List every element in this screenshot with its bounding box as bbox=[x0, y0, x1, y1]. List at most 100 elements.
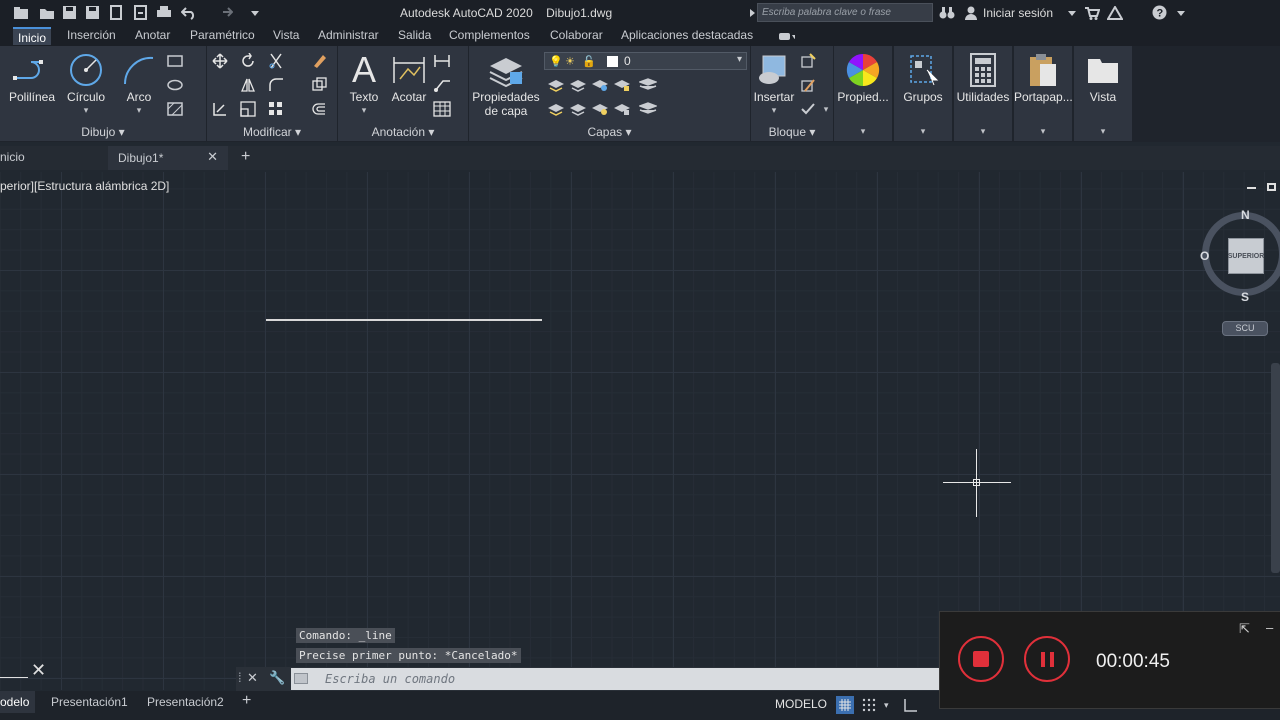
propiedades-capa-button[interactable]: Propiedades de capa bbox=[471, 50, 541, 118]
stretch-icon[interactable] bbox=[211, 100, 229, 118]
status-model-space[interactable]: MODELO bbox=[775, 697, 827, 711]
a360-icon[interactable] bbox=[1106, 4, 1123, 21]
explode-icon[interactable] bbox=[310, 76, 328, 94]
save-icon[interactable] bbox=[61, 4, 78, 21]
acotar-button[interactable]: Acotar bbox=[388, 50, 430, 104]
tab-parametrico[interactable]: Paramétrico bbox=[190, 28, 255, 42]
fillet-icon[interactable] bbox=[267, 76, 285, 94]
signin-button[interactable]: Iniciar sesión bbox=[983, 6, 1053, 20]
mirror-icon[interactable] bbox=[239, 76, 257, 94]
ucs-menu-button[interactable]: SCU bbox=[1222, 321, 1268, 336]
navigation-bar[interactable] bbox=[1271, 363, 1280, 573]
user-icon[interactable] bbox=[962, 4, 979, 21]
viewport-restore-icon[interactable] bbox=[1267, 183, 1276, 191]
panel-propiedades[interactable]: Propied... ▾ bbox=[834, 46, 892, 141]
binoculars-icon[interactable] bbox=[938, 4, 955, 21]
rotate-icon[interactable] bbox=[239, 52, 257, 70]
help-icon[interactable]: ? bbox=[1151, 4, 1168, 21]
panel-modificar-title[interactable]: Modificar ▾ bbox=[207, 125, 337, 139]
polilinea-button[interactable]: Polilínea bbox=[6, 50, 58, 104]
compass-south[interactable]: S bbox=[1241, 290, 1249, 304]
move-icon[interactable] bbox=[211, 52, 229, 70]
close-tab-icon[interactable]: ✕ bbox=[207, 149, 218, 165]
vista-button[interactable]: Vista bbox=[1074, 50, 1132, 104]
table-icon[interactable] bbox=[433, 100, 451, 118]
ellipse-icon[interactable] bbox=[166, 76, 184, 94]
layer-tool-8-icon[interactable] bbox=[591, 100, 609, 118]
leader-icon[interactable] bbox=[433, 76, 451, 94]
propiedades-button[interactable]: Propied... bbox=[834, 50, 892, 104]
linear-dim-icon[interactable] bbox=[433, 52, 451, 70]
layer-tool-7-icon[interactable] bbox=[569, 100, 587, 118]
scale-icon[interactable] bbox=[239, 100, 257, 118]
utilidades-dropdown-icon[interactable]: ▾ bbox=[954, 126, 1012, 137]
new-layout-icon[interactable]: + bbox=[242, 692, 251, 710]
new-tab-icon[interactable]: + bbox=[241, 148, 250, 166]
panel-portapapeles[interactable]: Portapap... ▾ bbox=[1014, 46, 1073, 141]
file-tab-dibujo1[interactable]: Dibujo1* ✕ bbox=[108, 146, 228, 170]
circulo-button[interactable]: Círculo ▾ bbox=[62, 50, 110, 115]
tab-anotar[interactable]: Anotar bbox=[135, 28, 170, 42]
arco-dropdown-icon[interactable]: ▾ bbox=[118, 105, 160, 116]
snap-toggle-icon[interactable] bbox=[862, 698, 876, 717]
utilidades-button[interactable]: Utilidades bbox=[954, 50, 1012, 104]
erase-icon[interactable] bbox=[310, 52, 328, 70]
tab-colaborar[interactable]: Colaborar bbox=[550, 28, 603, 42]
redo-icon[interactable] bbox=[216, 4, 233, 21]
tab-complementos[interactable]: Complementos bbox=[449, 28, 530, 42]
save-as-icon[interactable] bbox=[84, 4, 101, 21]
block-attributes-icon[interactable] bbox=[799, 100, 817, 118]
plot-icon[interactable] bbox=[155, 4, 172, 21]
recorder-minimize-icon[interactable]: – bbox=[1266, 620, 1273, 635]
propiedades-dropdown-icon[interactable]: ▾ bbox=[834, 126, 892, 137]
signin-dropdown-icon[interactable] bbox=[1063, 4, 1080, 21]
hatch-icon[interactable] bbox=[166, 100, 184, 118]
viewport-minimize-icon[interactable] bbox=[1247, 187, 1256, 189]
command-input[interactable]: Escriba un comando bbox=[291, 668, 951, 690]
rectangle-icon[interactable] bbox=[166, 52, 184, 70]
panel-capas-title[interactable]: Capas ▾ bbox=[469, 125, 750, 139]
command-close-icon[interactable]: ✕ bbox=[247, 670, 258, 686]
portapapeles-button[interactable]: Portapap... bbox=[1014, 50, 1073, 104]
circulo-dropdown-icon[interactable]: ▾ bbox=[62, 105, 110, 116]
tab-vista[interactable]: Vista bbox=[273, 28, 299, 42]
search-input[interactable]: Escriba palabra clave o frase bbox=[757, 3, 933, 22]
layout-tab-presentacion2[interactable]: Presentación2 bbox=[147, 695, 224, 709]
help-dropdown-icon[interactable] bbox=[1172, 4, 1189, 21]
offset-icon[interactable] bbox=[310, 100, 328, 118]
tab-insercion[interactable]: Inserción bbox=[67, 28, 116, 42]
grupos-dropdown-icon[interactable]: ▾ bbox=[894, 126, 952, 137]
layer-tool-1-icon[interactable] bbox=[547, 76, 565, 94]
ortho-toggle-icon[interactable] bbox=[903, 697, 919, 718]
save-web-icon[interactable] bbox=[132, 4, 149, 21]
command-recent-icon[interactable] bbox=[294, 673, 308, 684]
layer-tool-2-icon[interactable] bbox=[569, 76, 587, 94]
portapapeles-dropdown-icon[interactable]: ▾ bbox=[1014, 126, 1072, 137]
panel-grupos[interactable]: Grupos ▾ bbox=[894, 46, 952, 141]
recorder-stop-button[interactable] bbox=[958, 636, 1004, 682]
panel-vista[interactable]: Vista ▾ bbox=[1074, 46, 1132, 141]
command-grip-icon[interactable]: ⁞ bbox=[238, 670, 242, 685]
panel-anotacion-title[interactable]: Anotación ▾ bbox=[338, 125, 468, 139]
create-block-icon[interactable] bbox=[799, 52, 817, 70]
grid-toggle-icon[interactable] bbox=[836, 696, 854, 714]
vista-dropdown-icon[interactable]: ▾ bbox=[1074, 126, 1132, 137]
insertar-button[interactable]: Insertar ▾ bbox=[751, 50, 797, 115]
grupos-button[interactable]: Grupos bbox=[894, 50, 952, 104]
viewport-controls-label[interactable]: perior][Estructura alámbrica 2D] bbox=[0, 179, 169, 193]
recorder-pause-button[interactable] bbox=[1024, 636, 1070, 682]
edit-block-icon[interactable] bbox=[799, 76, 817, 94]
qat-dropdown-icon[interactable] bbox=[246, 4, 263, 21]
layer-tool-6-icon[interactable] bbox=[547, 100, 565, 118]
tab-salida[interactable]: Salida bbox=[398, 28, 431, 42]
ribbon-toggle-icon[interactable] bbox=[778, 27, 795, 44]
tab-inicio[interactable]: Inicio bbox=[13, 27, 52, 45]
viewcube-top-face[interactable]: SUPERIOR bbox=[1228, 238, 1264, 274]
web-mobile-icon[interactable] bbox=[108, 4, 125, 21]
array-icon[interactable] bbox=[267, 100, 285, 118]
insertar-dropdown-icon[interactable]: ▾ bbox=[751, 105, 797, 116]
recorder-expand-icon[interactable]: ⇱ bbox=[1239, 621, 1250, 637]
layer-tool-4-icon[interactable] bbox=[613, 76, 631, 94]
drawn-line[interactable] bbox=[266, 319, 542, 321]
trim-icon[interactable] bbox=[267, 52, 285, 70]
